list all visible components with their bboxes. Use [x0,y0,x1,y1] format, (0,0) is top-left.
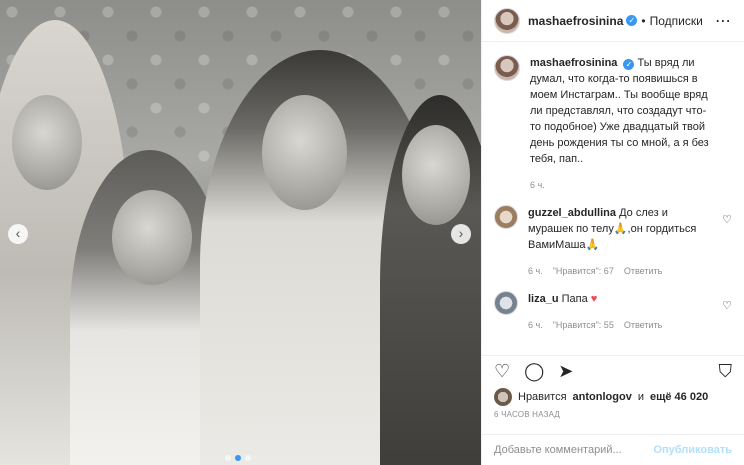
likes-prefix: Нравится [518,391,567,403]
face [402,125,470,225]
author-avatar[interactable] [494,7,520,34]
caption-item: mashaefrosinina ✓ Ты вряд ли думал, что … [494,55,732,193]
post-photo[interactable]: ‹ › [0,0,481,465]
comment-age: 6 ч. [528,320,543,330]
author-username[interactable]: mashaefrosinina [528,14,623,28]
post-header: mashaefrosinina ✓ • Подписки ⋯ [482,0,744,42]
red-heart-emoji: ♥ [590,293,598,305]
face [12,95,82,190]
ellipsis-icon[interactable]: ⋯ [715,11,732,31]
post-dialog: ‹ › mashaefrosinina ✓ • Подписки ⋯ masha… [0,0,744,465]
comment-age: 6 ч. [528,266,543,276]
caption-text: Ты вряд ли думал, что когда-то появишься… [530,57,709,165]
carousel-dots [225,455,251,461]
prev-photo-button[interactable]: ‹ [8,224,28,244]
likes-summary: Нравится antonlogov и ещё 46 020 [494,388,732,406]
carousel-dot [225,455,231,461]
separator-dot: • [641,13,646,28]
liker-avatar[interactable] [494,388,512,406]
commenter-avatar[interactable] [494,291,518,315]
bookmark-icon[interactable]: ⛉ [719,362,733,380]
chevron-right-icon: › [458,225,464,241]
heart-icon[interactable]: ♡ [722,213,732,226]
next-photo-button[interactable]: › [451,224,471,244]
comment-username[interactable]: guzzel_abdullina [528,207,616,219]
reply-button[interactable]: Ответить [624,317,662,333]
heart-icon[interactable]: ♡ [494,362,510,380]
heart-icon[interactable]: ♡ [722,299,732,312]
comments-list[interactable]: mashaefrosinina ✓ Ты вряд ли думал, что … [482,55,744,350]
comment-text: Папа [561,293,591,305]
comment-icon[interactable]: ◯ [524,362,544,380]
publish-button[interactable]: Опубликовать [653,444,732,456]
liker-username[interactable]: antonlogov [573,391,632,403]
comment-likes[interactable]: "Нравится": 67 [553,263,614,279]
add-comment-form: Опубликовать [482,434,744,465]
post-sidebar: mashaefrosinina ✓ • Подписки ⋯ mashaefro… [481,0,744,465]
verified-badge-icon: ✓ [623,59,635,70]
action-bar: ♡ ◯ ➤ ⛉ [482,355,744,385]
comment-input[interactable] [494,444,654,456]
commenter-avatar[interactable] [494,205,518,229]
chevron-left-icon: ‹ [15,225,21,241]
reply-button[interactable]: Ответить [624,263,662,279]
comment-likes[interactable]: "Нравится": 55 [553,317,614,333]
verified-badge-icon: ✓ [626,15,638,26]
author-avatar[interactable] [494,55,520,81]
comment-item: guzzel_abdullina До слез и мурашек по те… [494,205,732,279]
carousel-dot-active [235,455,241,461]
caption-age: 6 ч. [530,180,545,190]
face [262,95,347,210]
comment-item: liza_u Папа ♥ 6 ч. "Нравится": 55 Ответи… [494,291,732,333]
post-timestamp[interactable]: 6 ЧАСОВ НАЗАД [494,410,560,419]
carousel-dot [245,455,251,461]
likes-middle: и [637,391,644,403]
comment-username[interactable]: liza_u [528,293,559,305]
share-icon[interactable]: ➤ [558,362,573,380]
likes-count[interactable]: ещё 46 020 [650,391,708,403]
follow-button[interactable]: Подписки [650,14,703,28]
face [112,190,192,285]
caption-username[interactable]: mashaefrosinina [530,57,617,69]
